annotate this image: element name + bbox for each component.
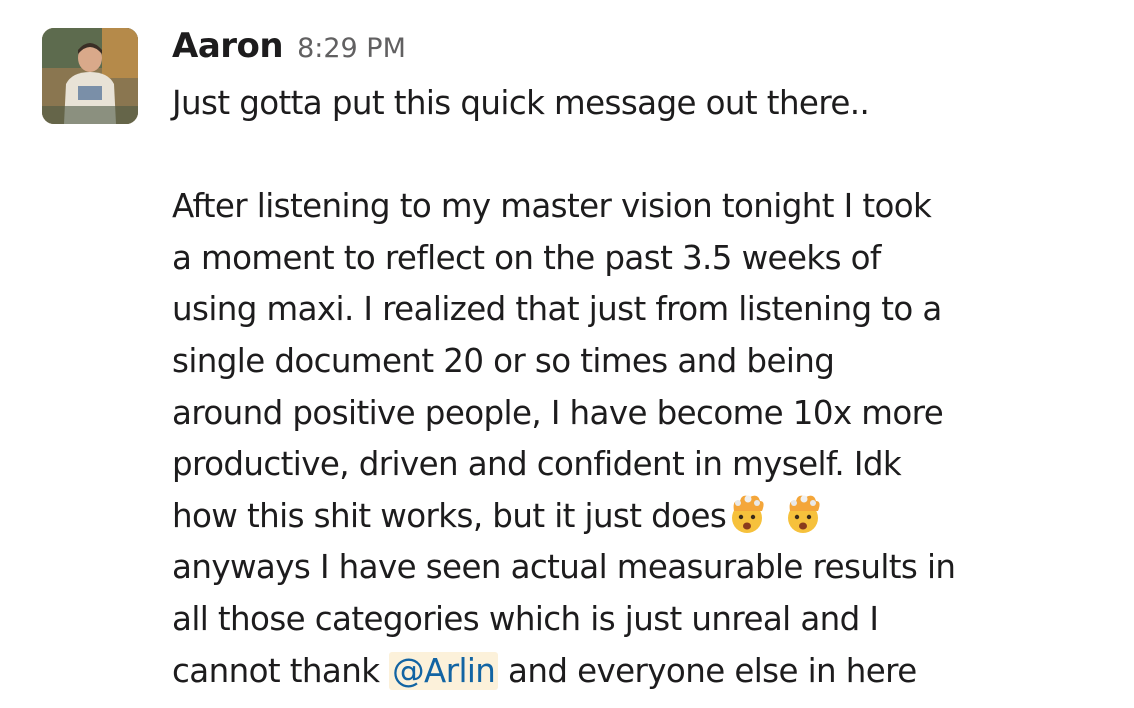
message-line: After listening to my master vision toni… — [172, 187, 932, 226]
message-line: anyways I have seen actual measurable re… — [172, 548, 956, 587]
avatar-photo — [42, 28, 138, 124]
message-line: around positive people, I have become 10… — [172, 393, 944, 432]
message-header: Aaron 8:29 PM — [172, 26, 1112, 78]
message-text: cannot thank — [172, 651, 390, 690]
message-line: cannot thank @Arlin and everyone else in… — [172, 646, 1112, 698]
message-line: a moment to reflect on the past 3.5 week… — [172, 238, 881, 277]
exploding-head-icon[interactable] — [726, 493, 768, 535]
message-line: using maxi. I realized that just from li… — [172, 290, 942, 329]
message-item: Aaron 8:29 PM Just gotta put this quick … — [0, 0, 1134, 708]
message-content: Aaron 8:29 PM Just gotta put this quick … — [172, 26, 1112, 697]
message-text: how this shit works, but it just does — [172, 496, 727, 535]
sender-name[interactable]: Aaron — [172, 26, 284, 66]
message-line: single document 20 or so times and being — [172, 341, 835, 380]
exploding-head-icon[interactable] — [782, 493, 824, 535]
message-line: productive, driven and confident in myse… — [172, 445, 902, 484]
user-mention[interactable]: @Arlin — [389, 651, 499, 690]
message-line: Just gotta put this quick message out th… — [172, 84, 870, 122]
message-line: how this shit works, but it just does — [172, 491, 1112, 543]
message-line: all those categories which is just unrea… — [172, 599, 879, 638]
message-body: Just gotta put this quick message out th… — [172, 78, 1112, 697]
message-text: and everyone else in here — [498, 651, 917, 690]
message-timestamp[interactable]: 8:29 PM — [297, 33, 406, 64]
avatar[interactable] — [42, 28, 138, 124]
